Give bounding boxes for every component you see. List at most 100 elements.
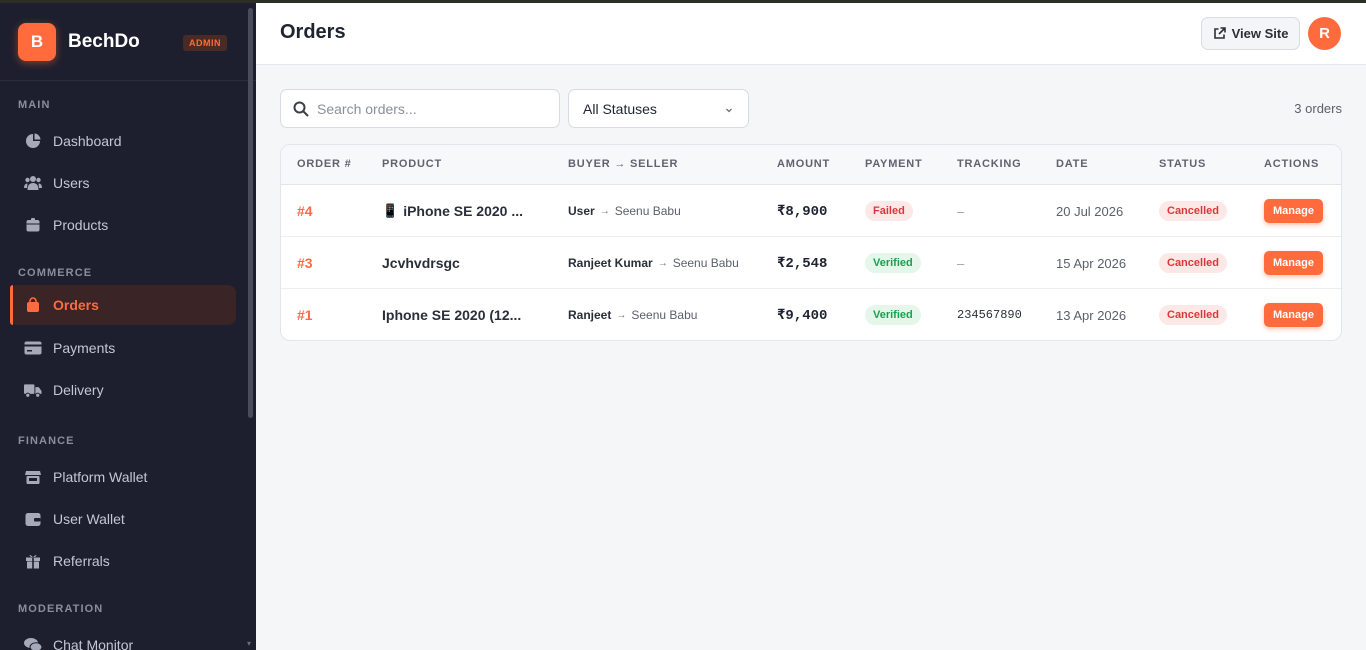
sidebar-item-payments[interactable]: Payments: [0, 328, 256, 368]
sidebar-item-dashboard[interactable]: Dashboard: [0, 121, 256, 161]
brand-name: BechDo: [68, 30, 140, 52]
order-amount: ₹8,900: [777, 203, 828, 220]
buyer-name: Ranjeet: [568, 308, 612, 322]
product-name: Jcvhvdrsgc: [382, 255, 460, 271]
sidebar-item-label: User Wallet: [53, 511, 125, 527]
status-badge: Cancelled: [1159, 253, 1227, 273]
order-id[interactable]: #4: [297, 185, 313, 237]
status-badge: Cancelled: [1159, 201, 1227, 221]
sidebar-item-label: Referrals: [53, 553, 110, 569]
seller-name: Seenu Babu: [631, 308, 698, 322]
tracking-number: –: [957, 255, 965, 271]
product-name: Iphone SE 2020 (12...: [382, 307, 522, 323]
table-row[interactable]: #4 📱 iPhone SE 2020 ... User → Seenu Bab…: [281, 185, 1341, 237]
view-site-label: View Site: [1231, 26, 1289, 41]
avatar[interactable]: R: [1308, 17, 1341, 50]
manage-button[interactable]: Manage: [1264, 303, 1323, 327]
actions-cell: Manage: [1264, 237, 1323, 289]
buyer-seller: User → Seenu Babu: [568, 185, 681, 237]
column-header-product[interactable]: PRODUCT: [382, 158, 442, 170]
box-icon: [24, 216, 42, 234]
search-box[interactable]: [280, 89, 560, 128]
search-icon: [293, 101, 309, 117]
arrow-right-icon: →: [657, 257, 668, 269]
buyer-name: User: [568, 204, 595, 218]
page-header: Orders View Site R: [256, 3, 1366, 65]
order-id[interactable]: #1: [297, 289, 313, 340]
order-date: 15 Apr 2026: [1056, 255, 1127, 271]
column-header-amount[interactable]: AMOUNT: [777, 158, 830, 170]
pie-chart-icon: [24, 132, 42, 150]
sidebar: B BechDo ADMIN MAIN Dashboard Users Prod…: [0, 3, 256, 650]
sidebar-item-platform-wallet[interactable]: Platform Wallet: [0, 457, 256, 497]
shopping-bag-icon: [24, 296, 42, 314]
table-row[interactable]: #3 Jcvhvdrsgc Ranjeet Kumar → Seenu Babu…: [281, 237, 1341, 289]
column-header-date[interactable]: DATE: [1056, 158, 1088, 170]
chevron-down-icon: [724, 102, 734, 118]
buyer-seller: Ranjeet → Seenu Babu: [568, 289, 698, 340]
order-date: 13 Apr 2026: [1056, 307, 1127, 323]
page-title: Orders: [280, 21, 346, 43]
buyer-seller: Ranjeet Kumar → Seenu Babu: [568, 237, 739, 289]
sidebar-item-label: Orders: [53, 297, 99, 313]
users-icon: [24, 174, 42, 192]
brand[interactable]: B BechDo ADMIN: [0, 3, 256, 81]
nav-section-commerce: COMMERCE Orders Payments Delivery: [0, 267, 256, 410]
column-header-actions: ACTIONS: [1264, 158, 1320, 170]
sidebar-item-orders[interactable]: Orders: [10, 285, 236, 325]
chat-icon: [24, 636, 42, 650]
sidebar-item-label: Dashboard: [53, 133, 122, 149]
table-header: ORDER # PRODUCT BUYER → SELLER AMOUNT PA…: [281, 145, 1341, 185]
column-header-payment[interactable]: PAYMENT: [865, 158, 923, 170]
sidebar-item-chat-monitor[interactable]: Chat Monitor: [0, 625, 256, 650]
actions-cell: Manage: [1264, 185, 1323, 237]
brand-logo: B: [18, 22, 56, 61]
search-input[interactable]: [317, 100, 537, 117]
payment-badge: Verified: [865, 253, 921, 273]
manage-button[interactable]: Manage: [1264, 199, 1323, 223]
truck-icon: [24, 381, 42, 399]
sidebar-item-users[interactable]: Users: [0, 163, 256, 203]
nav-section-main: MAIN Dashboard Users Products: [0, 99, 256, 245]
view-site-button[interactable]: View Site: [1201, 17, 1300, 50]
seller-name: Seenu Babu: [672, 256, 739, 270]
column-header-tracking[interactable]: TRACKING: [957, 158, 1021, 170]
sidebar-item-label: Chat Monitor: [53, 637, 134, 650]
nav-section-moderation: MODERATION Chat Monitor: [0, 603, 256, 650]
sidebar-item-referrals[interactable]: Referrals: [0, 541, 256, 581]
arrow-right-icon: →: [599, 205, 610, 217]
order-amount: ₹9,400: [777, 307, 828, 324]
manage-button[interactable]: Manage: [1264, 251, 1323, 275]
payment-cell: Verified: [865, 289, 921, 340]
arrow-right-icon: →: [616, 309, 627, 321]
column-header-order[interactable]: ORDER #: [297, 158, 352, 170]
sidebar-item-label: Platform Wallet: [53, 469, 148, 485]
credit-card-icon: [24, 339, 42, 357]
order-amount: ₹2,548: [777, 255, 828, 272]
order-date: 20 Jul 2026: [1056, 203, 1124, 219]
column-header-buyer-seller[interactable]: BUYER → SELLER: [568, 158, 678, 170]
payment-cell: Failed: [865, 185, 913, 237]
sidebar-item-user-wallet[interactable]: User Wallet: [0, 499, 256, 539]
tracking-number: –: [957, 203, 965, 219]
orders-table: ORDER # PRODUCT BUYER → SELLER AMOUNT PA…: [280, 144, 1342, 341]
section-label-moderation: MODERATION: [18, 603, 104, 615]
order-id[interactable]: #3: [297, 237, 313, 289]
sidebar-item-label: Users: [53, 175, 90, 191]
sidebar-scrollbar[interactable]: [248, 8, 253, 418]
actions-cell: Manage: [1264, 289, 1323, 340]
status-cell: Cancelled: [1159, 185, 1227, 237]
sidebar-item-label: Payments: [53, 340, 116, 356]
product-label: iPhone SE 2020 ...: [403, 203, 524, 219]
seller-name: Seenu Babu: [614, 204, 681, 218]
column-header-status[interactable]: STATUS: [1159, 158, 1206, 170]
admin-badge: ADMIN: [183, 35, 227, 51]
table-row[interactable]: #1 Iphone SE 2020 (12... Ranjeet → Seenu…: [281, 289, 1341, 340]
sidebar-item-delivery[interactable]: Delivery: [0, 370, 256, 410]
store-icon: [24, 468, 42, 486]
sidebar-item-products[interactable]: Products: [0, 205, 256, 245]
wallet-icon: [24, 510, 42, 528]
scroll-down-icon[interactable]: ▾: [247, 639, 251, 648]
payment-badge: Verified: [865, 305, 921, 325]
status-filter-select[interactable]: All Statuses: [568, 89, 749, 128]
